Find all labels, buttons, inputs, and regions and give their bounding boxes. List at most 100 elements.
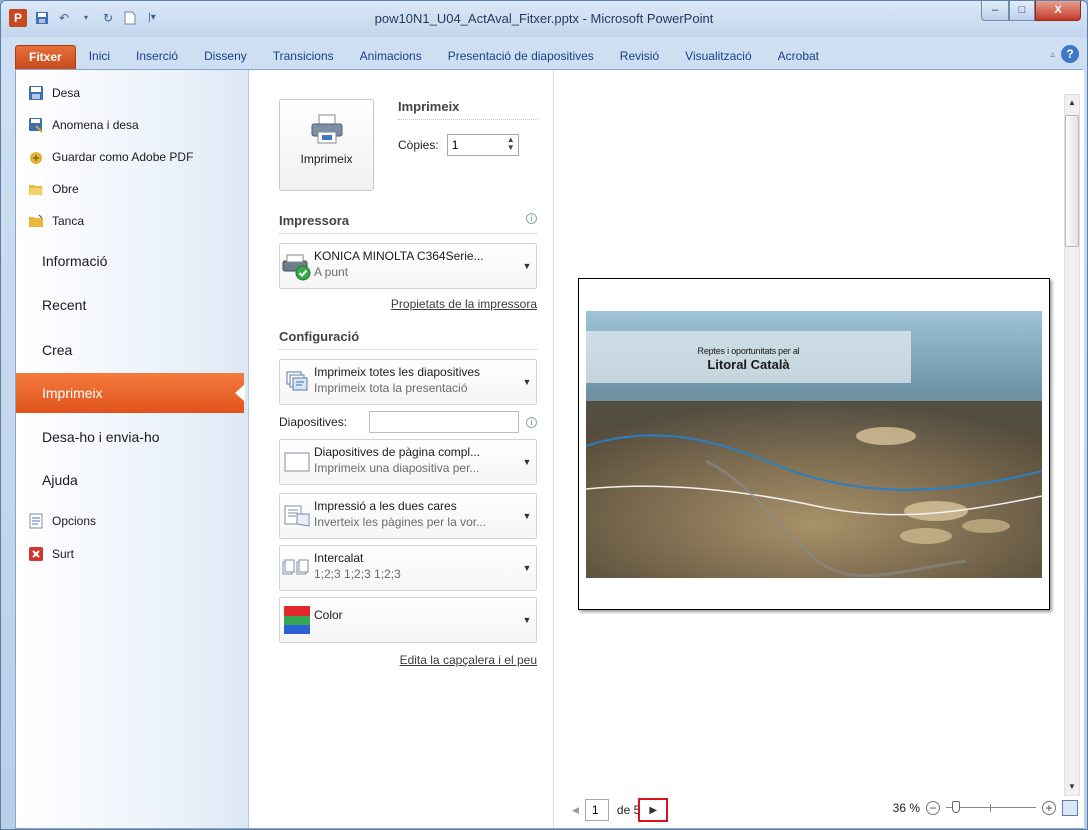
nav-save[interactable]: Desa	[28, 82, 80, 104]
color-label: Color	[314, 608, 343, 622]
info-icon[interactable]: i	[526, 213, 537, 224]
nav-save-pdf-label: Guardar como Adobe PDF	[52, 150, 194, 164]
backstage-view: Desa Anomena i desa Guardar como Adobe P…	[15, 69, 1084, 829]
info-icon[interactable]: i	[526, 417, 537, 428]
layout-dropdown[interactable]: Diapositives de pàgina compl... Imprimei…	[279, 439, 537, 485]
scroll-down-icon[interactable]: ▼	[1065, 779, 1079, 795]
zoom-percent[interactable]: 36 %	[893, 801, 920, 815]
help-icon[interactable]: ?	[1061, 45, 1079, 63]
nav-save-as[interactable]: Anomena i desa	[28, 114, 139, 136]
config-section-title: Configuració	[279, 329, 360, 344]
tab-acrobat[interactable]: Acrobat	[765, 45, 832, 69]
tab-animations[interactable]: Animacions	[347, 45, 435, 69]
nav-exit[interactable]: Surt	[28, 543, 74, 565]
copies-group: Còpies: ▲▼	[398, 134, 519, 156]
edit-header-footer-link[interactable]: Edita la capçalera i el peu	[279, 653, 537, 667]
zoom-out-icon[interactable]: −	[926, 801, 940, 815]
tab-file[interactable]: Fitxer	[15, 45, 76, 69]
printer-status: A punt	[314, 265, 349, 279]
scroll-thumb[interactable]	[1065, 115, 1079, 247]
printer-properties-link[interactable]: Propietats de la impressora	[279, 297, 537, 311]
nav-tab-help[interactable]: Ajuda	[16, 460, 249, 500]
nav-options[interactable]: Opcions	[28, 510, 96, 532]
current-page-input[interactable]	[584, 799, 609, 821]
tab-insert[interactable]: Inserció	[123, 45, 191, 69]
ribbon-tabs: Fitxer Inici Inserció Disseny Transicion…	[1, 41, 1087, 69]
tab-transitions[interactable]: Transicions	[260, 45, 347, 69]
nav-save-label: Desa	[52, 86, 81, 100]
maximize-button[interactable]: □	[1009, 1, 1035, 21]
zoom-slider[interactable]	[946, 801, 1036, 813]
nav-open-label: Obre	[52, 182, 79, 196]
save-as-icon	[28, 117, 44, 133]
preview-scrollbar[interactable]: ▲ ▼	[1064, 94, 1080, 796]
powerpoint-window: P ↶ ▾ ↻ |▾ pow10N1_U04_ActAval_Fitxer.pp…	[0, 0, 1088, 830]
print-button-label: Imprimeix	[300, 152, 353, 166]
duplex-label: Impressió a les dues cares	[314, 499, 457, 513]
collate-description: 1;2;3 1;2;3 1;2;3	[314, 567, 401, 581]
collate-dropdown[interactable]: Intercalat 1;2;3 1;2;3 1;2;3 ▼	[279, 545, 537, 591]
zoom-in-icon[interactable]: +	[1042, 801, 1056, 815]
divider	[398, 119, 538, 120]
page-navigator: ◀ de 5 ▶	[572, 798, 669, 822]
chevron-down-icon: ▼	[522, 563, 532, 573]
print-preview: Reptes i oportunitats per al Litoral Cat…	[553, 70, 1084, 828]
help-area: ▵ ?	[1050, 45, 1079, 63]
minimize-ribbon-icon[interactable]: ▵	[1050, 49, 1055, 60]
chevron-down-icon: ▼	[522, 615, 532, 625]
slide-subtitle: Reptes i oportunitats per al	[697, 346, 800, 356]
collate-label: Intercalat	[314, 551, 364, 565]
previous-page-icon[interactable]: ◀	[572, 805, 579, 816]
scroll-up-icon[interactable]: ▲	[1065, 95, 1079, 111]
color-icon	[280, 598, 314, 642]
nav-open[interactable]: Obre	[28, 178, 79, 200]
nav-save-as-label: Anomena i desa	[52, 118, 139, 132]
nav-tab-info[interactable]: Informació	[16, 241, 249, 281]
layout-label: Diapositives de pàgina compl...	[314, 445, 481, 459]
minimize-button[interactable]: –	[981, 1, 1009, 21]
nav-tab-new[interactable]: Crea	[16, 330, 249, 370]
printer-ready-icon	[280, 244, 314, 288]
nav-tab-save-send[interactable]: Desa-ho i envia-ho	[16, 417, 249, 457]
tab-review[interactable]: Revisió	[607, 45, 672, 69]
divider	[279, 349, 537, 350]
printer-section-title: Impressora	[279, 213, 350, 228]
print-range-description: Imprimeix tota la presentació	[314, 381, 468, 395]
copies-label: Còpies:	[398, 138, 439, 152]
slide-title: Litoral Català	[707, 357, 790, 372]
nav-close-label: Tanca	[52, 214, 85, 228]
printer-icon	[310, 114, 344, 144]
next-page-button[interactable]: ▶	[638, 798, 669, 822]
duplex-description: Inverteix les pàgines per la vor...	[314, 515, 487, 529]
print-button[interactable]: Imprimeix	[279, 99, 374, 191]
slides-input[interactable]	[369, 411, 519, 433]
tab-view[interactable]: Visualització	[672, 45, 764, 69]
tab-home[interactable]: Inici	[76, 45, 123, 69]
tab-design[interactable]: Disseny	[191, 45, 260, 69]
printer-dropdown[interactable]: KONICA MINOLTA C364Serie... A punt ▼	[279, 243, 537, 289]
chevron-down-icon: ▼	[522, 377, 532, 387]
nav-tab-recent[interactable]: Recent	[16, 285, 249, 325]
nav-close[interactable]: Tanca	[28, 210, 84, 232]
copies-spin-buttons[interactable]: ▲ ▼	[507, 136, 515, 152]
layout-description: Imprimeix una diapositiva per...	[314, 461, 480, 475]
close-button[interactable]: X	[1035, 1, 1081, 21]
printer-name: KONICA MINOLTA C364Serie...	[314, 249, 484, 263]
two-sided-print-icon	[280, 494, 314, 538]
nav-tab-print[interactable]: Imprimeix	[16, 373, 245, 413]
print-header: Imprimeix	[398, 99, 460, 114]
window-controls: – □ X	[981, 1, 1081, 21]
zoom-to-page-icon[interactable]	[1062, 800, 1078, 816]
duplex-dropdown[interactable]: Impressió a les dues cares Inverteix les…	[279, 493, 537, 539]
print-range-dropdown[interactable]: Imprimeix totes les diapositives Imprime…	[279, 359, 537, 405]
slide-preview: Reptes i oportunitats per al Litoral Cat…	[578, 278, 1050, 610]
tab-slideshow[interactable]: Presentació de diapositives	[435, 45, 607, 69]
divider	[279, 233, 537, 234]
color-dropdown[interactable]: Color ▼	[279, 597, 537, 643]
nav-save-pdf[interactable]: Guardar como Adobe PDF	[28, 146, 193, 168]
zoom-slider-thumb[interactable]	[952, 801, 960, 813]
exit-icon	[28, 546, 44, 562]
print-settings-panel: Imprimeix Imprimeix Còpies: ▲▼ Impressor…	[249, 70, 552, 828]
options-icon	[28, 513, 44, 529]
chevron-down-icon: ▼	[522, 457, 532, 467]
